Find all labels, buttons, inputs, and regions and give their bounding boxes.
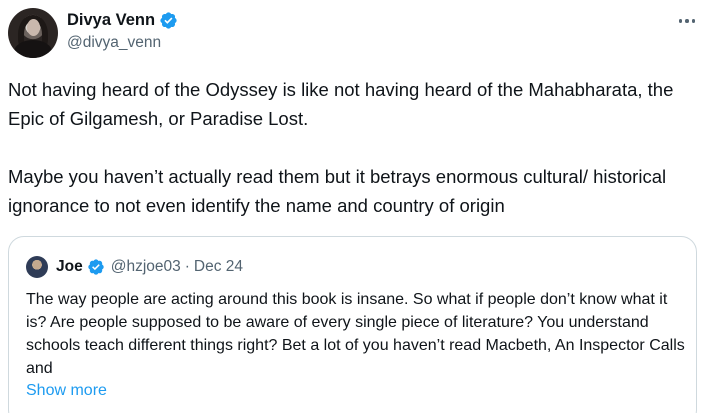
tweet-paragraph: Maybe you haven’t actually read them but… xyxy=(8,166,667,216)
tweet-text: Not having heard of the Odyssey is like … xyxy=(8,75,698,220)
quote-author-avatar[interactable] xyxy=(26,256,48,278)
author-avatar[interactable] xyxy=(8,8,58,58)
more-options-icon[interactable] xyxy=(674,14,700,28)
quote-author-name[interactable]: Joe xyxy=(56,258,83,276)
quote-date[interactable]: Dec 24 xyxy=(194,258,243,276)
more-dot xyxy=(691,19,696,23)
quote-separator: · xyxy=(184,258,190,275)
more-dot xyxy=(678,19,683,23)
verified-badge-icon xyxy=(160,11,177,29)
avatar-body xyxy=(14,40,52,58)
author-handle[interactable]: @divya_venn xyxy=(67,34,161,52)
quote-header: Joe @hzjoe03 · Dec 24 xyxy=(56,255,243,279)
quote-author-handle[interactable]: @hzjoe03 xyxy=(111,258,181,276)
tweet-paragraph: Not having heard of the Odyssey is like … xyxy=(8,79,674,129)
author-display-name[interactable]: Divya Venn xyxy=(67,11,155,30)
more-dot xyxy=(685,19,689,23)
quoted-tweet[interactable]: Joe @hzjoe03 · Dec 24 The way people are… xyxy=(8,236,697,413)
avatar-face xyxy=(27,19,40,36)
author-name-row: Divya Venn xyxy=(67,9,178,31)
quote-text: The way people are acting around this bo… xyxy=(26,291,685,377)
verified-badge-icon xyxy=(88,259,104,275)
show-more-link[interactable]: Show more xyxy=(26,382,107,400)
